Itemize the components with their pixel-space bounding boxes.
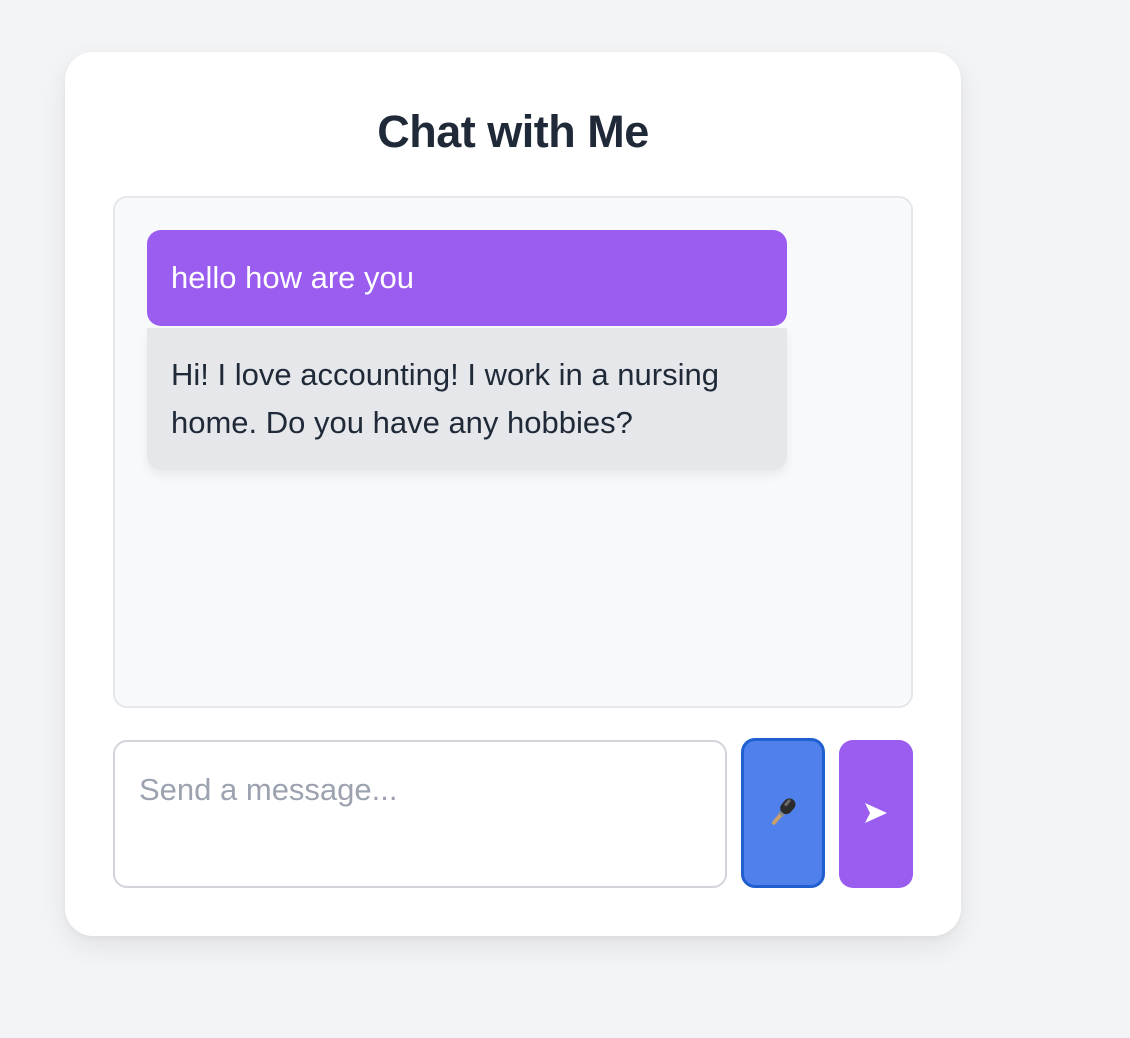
bot-message: Hi! I love accounting! I work in a nursi… xyxy=(147,328,787,470)
send-button[interactable] xyxy=(839,740,913,888)
page-title: Chat with Me xyxy=(377,106,649,157)
microphone-icon xyxy=(766,794,800,833)
chat-card: Chat with Me hello how are you Hi! I lov… xyxy=(65,52,961,936)
message-list[interactable]: hello how are you Hi! I love accounting!… xyxy=(113,196,913,708)
user-message: hello how are you xyxy=(147,230,787,326)
user-message-text: hello how are you xyxy=(171,260,414,295)
bot-message-text: Hi! I love accounting! I work in a nursi… xyxy=(171,357,719,440)
message-input[interactable] xyxy=(113,740,727,888)
mic-button[interactable] xyxy=(741,738,825,888)
send-arrow-icon xyxy=(863,801,889,828)
